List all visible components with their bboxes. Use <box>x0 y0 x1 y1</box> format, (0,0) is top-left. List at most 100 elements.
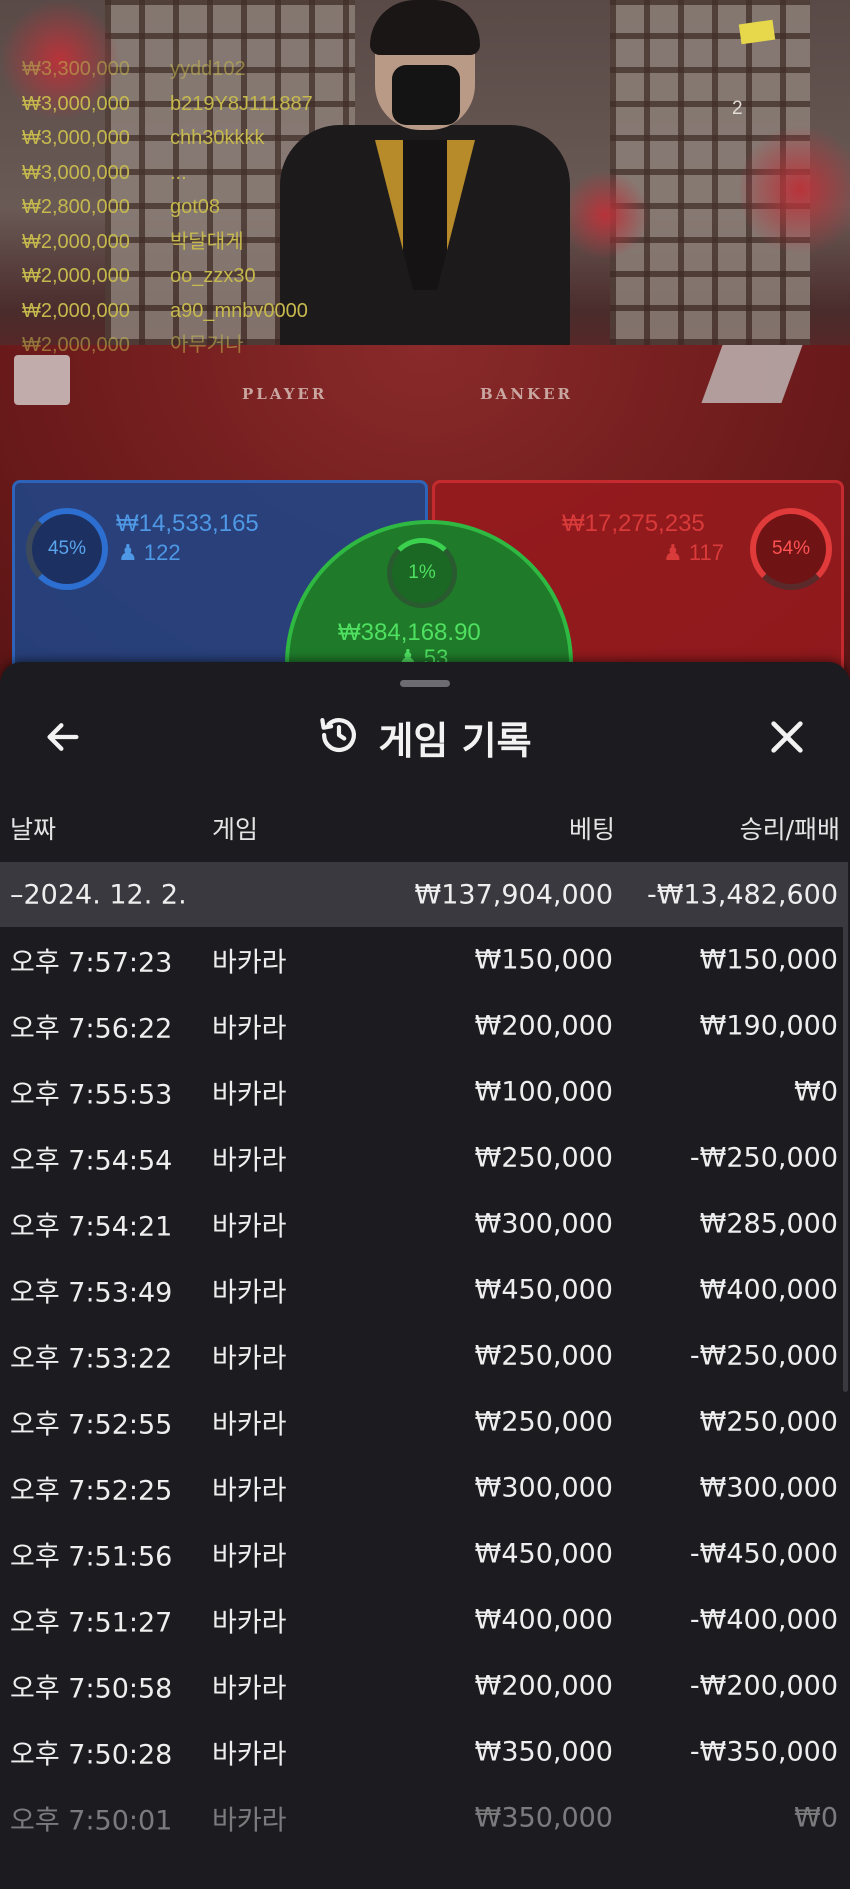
row-time: 오후 7:51:56 <box>10 1541 173 1573</box>
row-time: 오후 7:54:21 <box>10 1211 173 1243</box>
recent-win-item: ₩3,000,000 b219Y8J111887 <box>22 87 313 122</box>
recent-win-item: ₩2,000,000 oo_zzx30 <box>22 259 313 294</box>
row-result: -₩250,000 <box>689 1340 838 1372</box>
recent-win-item: ₩2,000,000 박달대게 <box>22 225 313 260</box>
row-bet: ₩100,000 <box>474 1076 613 1108</box>
column-game: 게임 <box>212 815 259 844</box>
banker-bet-amount: ₩17,275,235 <box>562 510 705 537</box>
history-row[interactable]: 오후 7:54:21 바카라 ₩300,000 ₩285,000 <box>0 1191 848 1257</box>
row-game: 바카라 <box>212 947 287 979</box>
history-row[interactable]: 오후 7:56:22 바카라 ₩200,000 ₩190,000 <box>0 993 848 1059</box>
recent-win-amount: ₩2,000,000 <box>22 230 130 253</box>
history-row[interactable]: 오후 7:57:23 바카라 ₩150,000 ₩150,000 <box>0 927 848 993</box>
game-history-sheet: 게임 기록 날짜 게임 베팅 승리/패배 –2024. 12. 2. ₩137,… <box>0 662 850 1889</box>
row-game: 바카라 <box>212 1409 287 1441</box>
banker-percent-ring: 54% <box>750 508 832 590</box>
day-summary-row[interactable]: –2024. 12. 2. ₩137,904,000 -₩13,482,600 <box>0 862 848 927</box>
recent-win-user: 박달대게 <box>170 230 244 253</box>
person-icon: ♟ <box>118 540 138 565</box>
row-game: 바카라 <box>212 1607 287 1639</box>
row-game: 바카라 <box>212 1145 287 1177</box>
player-bet-amount: ₩14,533,165 <box>116 510 259 537</box>
banker-count-value: 117 <box>688 540 724 565</box>
history-row[interactable]: 오후 7:52:25 바카라 ₩300,000 ₩300,000 <box>0 1455 848 1521</box>
day-summary-result: -₩13,482,600 <box>646 879 838 910</box>
recent-win-amount: ₩2,000,000 <box>22 265 130 287</box>
close-icon <box>771 721 803 753</box>
row-result: ₩300,000 <box>699 1472 838 1504</box>
history-table-header: 날짜 게임 베팅 승리/패배 <box>0 810 850 850</box>
close-button[interactable] <box>762 712 812 762</box>
sheet-title-group: 게임 기록 <box>0 702 850 772</box>
row-game: 바카라 <box>212 1739 287 1771</box>
row-game: 바카라 <box>212 1673 287 1705</box>
row-game: 바카라 <box>212 1343 287 1375</box>
row-time: 오후 7:53:22 <box>10 1343 173 1375</box>
day-summary-bet: ₩137,904,000 <box>414 879 613 910</box>
row-result: -₩250,000 <box>689 1142 838 1174</box>
row-time: 오후 7:53:49 <box>10 1277 173 1309</box>
history-row[interactable]: 오후 7:52:55 바카라 ₩250,000 ₩250,000 <box>0 1389 848 1455</box>
sheet-header: 게임 기록 <box>0 702 850 772</box>
history-row[interactable]: 오후 7:53:22 바카라 ₩250,000 -₩250,000 <box>0 1323 848 1389</box>
recent-wins-ticker: ₩3,300,000 yydd102 ₩3,000,000 b219Y8J111887… <box>22 52 313 363</box>
day-summary-date: –2024. 12. 2. <box>10 879 187 910</box>
player-percent-ring: 45% <box>26 508 108 590</box>
history-scrollbar[interactable] <box>843 862 848 1392</box>
row-result: ₩150,000 <box>699 944 838 976</box>
tie-bet-amount: ₩384,168.90 <box>338 619 481 646</box>
row-result: ₩400,000 <box>699 1274 838 1306</box>
row-time: 오후 7:51:27 <box>10 1607 173 1639</box>
recent-win-amount: ₩3,000,000 <box>22 161 130 184</box>
row-time: 오후 7:52:25 <box>10 1475 173 1507</box>
recent-win-item: ₩3,000,000... <box>22 156 313 191</box>
dealer <box>270 0 580 360</box>
banker-bet-count: ♟ 117 <box>663 540 724 566</box>
row-result: -₩450,000 <box>689 1538 838 1570</box>
recent-win-user: b219Y8J111887 <box>170 92 313 115</box>
row-time: 오후 7:52:55 <box>10 1409 173 1441</box>
column-date: 날짜 <box>10 815 57 844</box>
recent-win-user: yydd102 <box>170 58 246 80</box>
row-game: 바카라 <box>212 1013 287 1045</box>
history-row[interactable]: 오후 7:55:53 바카라 ₩100,000 ₩0 <box>0 1059 848 1125</box>
row-bet: ₩450,000 <box>474 1538 613 1570</box>
recent-win-user: 아무거나 <box>170 334 244 356</box>
row-time: 오후 7:55:53 <box>10 1079 173 1111</box>
person-icon: ♟ <box>663 540 683 565</box>
back-button[interactable] <box>38 712 88 762</box>
sheet-drag-handle[interactable] <box>400 680 450 687</box>
row-result: -₩200,000 <box>689 1670 838 1702</box>
history-row[interactable]: 오후 7:51:56 바카라 ₩450,000 -₩450,000 <box>0 1521 848 1587</box>
recent-win-item: ₩2,000,000 a90_mnbv0000 <box>22 294 313 329</box>
recent-win-amount: ₩2,000,000 <box>22 334 130 356</box>
column-bet: 베팅 <box>568 815 615 844</box>
back-arrow-icon <box>47 723 79 751</box>
recent-win-user: got08 <box>170 196 221 218</box>
card-box <box>14 355 70 405</box>
row-bet: ₩450,000 <box>474 1274 613 1306</box>
recent-win-amount: ₩3,000,000 <box>22 127 130 149</box>
row-result: -₩350,000 <box>689 1736 838 1768</box>
recent-win-amount: ₩3,300,000 <box>22 58 130 80</box>
row-game: 바카라 <box>212 1211 287 1243</box>
tie-percent-ring: 1% <box>387 538 457 608</box>
history-row[interactable]: 오후 7:50:58 바카라 ₩200,000 -₩200,000 <box>0 1653 848 1719</box>
history-row[interactable]: 오후 7:51:27 바카라 ₩400,000 -₩400,000 <box>0 1587 848 1653</box>
row-game: 바카라 <box>212 1541 287 1573</box>
blossom-decoration <box>740 120 850 260</box>
history-row[interactable]: 오후 7:53:49 바카라 ₩450,000 ₩400,000 <box>0 1257 848 1323</box>
row-bet: ₩400,000 <box>474 1604 613 1636</box>
row-game: 바카라 <box>212 1475 287 1507</box>
row-result: ₩190,000 <box>699 1010 838 1042</box>
row-time: 오후 7:50:28 <box>10 1739 173 1771</box>
history-table-body: –2024. 12. 2. ₩137,904,000 -₩13,482,600 … <box>0 862 848 1851</box>
history-row[interactable]: 오후 7:54:54 바카라 ₩250,000 -₩250,000 <box>0 1125 848 1191</box>
row-bet: ₩300,000 <box>474 1472 613 1504</box>
row-time: 오후 7:54:54 <box>10 1145 173 1177</box>
player-bet-count: ♟ 122 <box>118 540 181 566</box>
row-time: 오후 7:50:01 <box>10 1805 173 1837</box>
history-row[interactable]: 오후 7:50:01 바카라 ₩350,000 ₩0 <box>0 1785 848 1851</box>
history-row[interactable]: 오후 7:50:28 바카라 ₩350,000 -₩350,000 <box>0 1719 848 1785</box>
column-result: 승리/패배 <box>739 815 840 844</box>
